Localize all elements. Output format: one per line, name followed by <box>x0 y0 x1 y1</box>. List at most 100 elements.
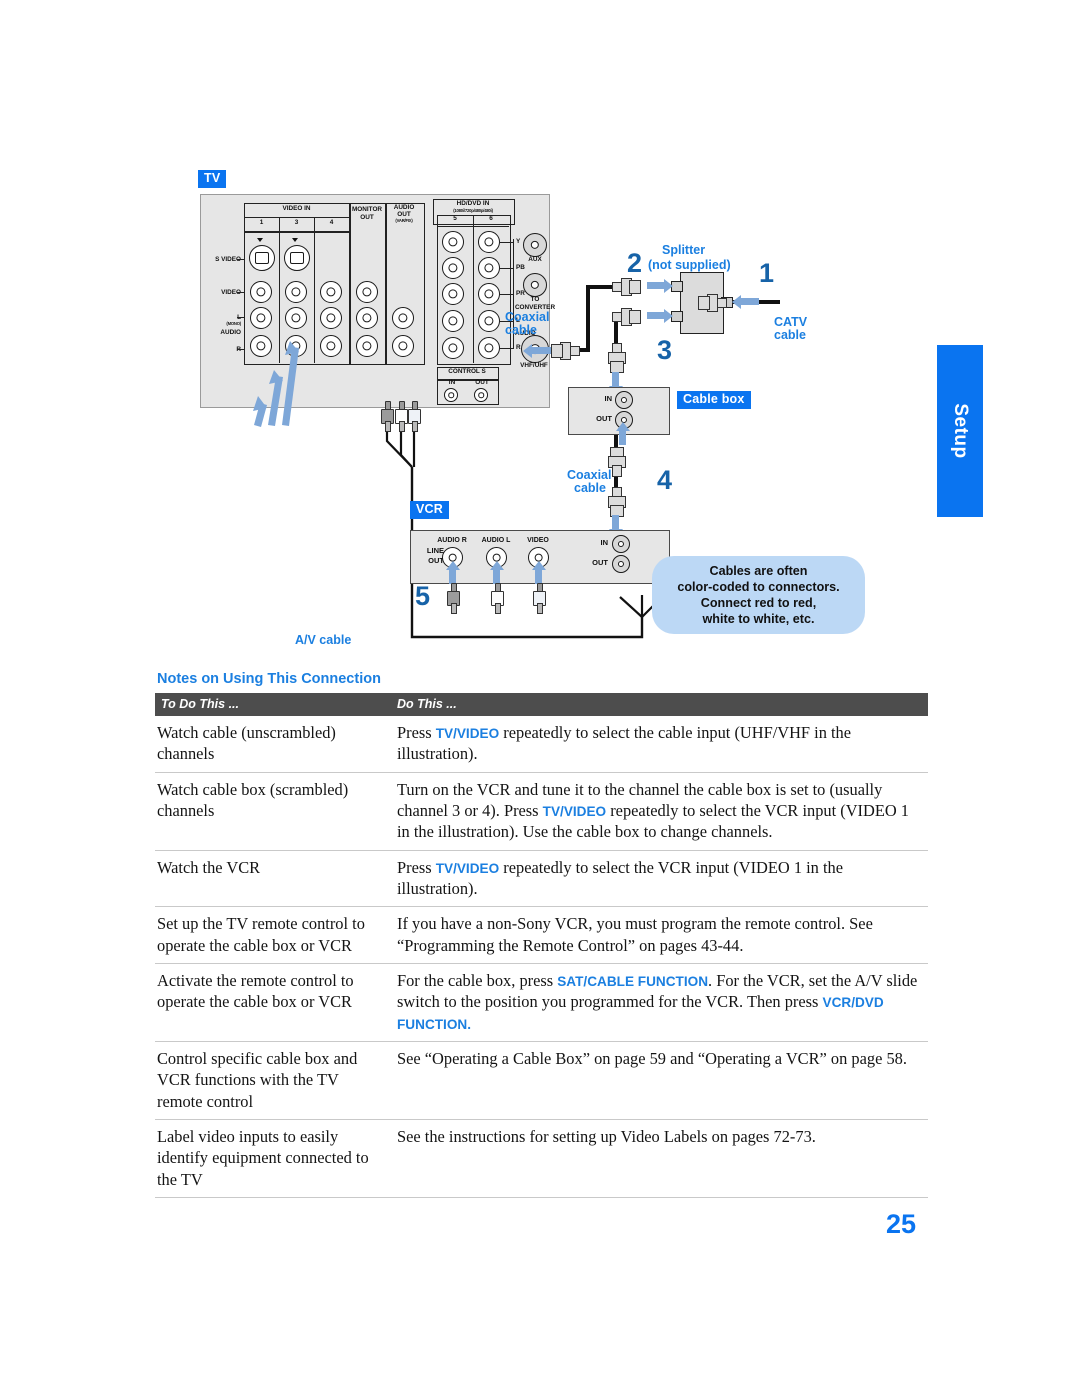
s-video-jack-1 <box>249 245 275 271</box>
coax-connector-tv <box>551 342 580 360</box>
audio-l-jack-1 <box>250 307 272 329</box>
table-row: Activate the remote control to operate t… <box>155 963 928 1042</box>
cell-do: Turn on the VCR and tune it to the chann… <box>387 772 928 851</box>
body-text: See “Operating a Cable Box” on page 59 a… <box>397 1048 907 1068</box>
arrow-catv-in <box>741 298 759 305</box>
column-header-todo: To Do This ... <box>155 693 387 716</box>
splitter-note: (not supplied) <box>648 258 731 272</box>
tv-back-panel: VIDEO IN 1 3 4 MONITOR OUT AUDIO OUT (VA… <box>199 194 555 408</box>
arrow-splitter-bottom <box>647 312 664 319</box>
cable-box-out-label: OUT <box>596 414 612 423</box>
hd-dvd-num-6: 6 <box>489 215 493 222</box>
audio-out-l-jack <box>392 307 414 329</box>
table-row: Watch cable (unscrambled) channels Press … <box>155 716 928 773</box>
av-cable-label: A/V cable <box>295 633 352 647</box>
step-number-2: 2 <box>627 248 643 278</box>
page-number: 25 <box>886 1209 917 1239</box>
monitor-out-video-jack <box>356 281 378 303</box>
hd-dvd-in-title: HD/DVD IN <box>456 200 490 207</box>
cell-do: If you have a non-Sony VCR, you must pro… <box>387 906 928 964</box>
video-in-num-3: 3 <box>294 219 299 226</box>
coax-cable-tv-label-1: Coaxial <box>505 310 550 324</box>
vcr-audio-r-label: AUDIO R <box>437 537 467 544</box>
label-s-video: S VIDEO <box>215 256 241 263</box>
cell-todo: Set up the TV remote control to operate … <box>155 906 387 964</box>
hd-pb-jack-6 <box>478 257 500 279</box>
marker-triangle-2 <box>292 238 298 242</box>
body-text: For the cable box, press <box>397 970 558 990</box>
callout-line-1: Cables are often <box>709 563 808 578</box>
setup-side-tab-label: Setup <box>950 403 971 459</box>
notes-heading: Notes on Using This Connection <box>157 671 381 687</box>
coax-connector-splitter-top <box>612 278 641 296</box>
hd-y-jack-6 <box>478 231 500 253</box>
aux-jack <box>523 233 547 257</box>
cell-do: See the instructions for setting up Vide… <box>387 1119 928 1198</box>
notes-table: To Do This ... Do This ... Watch cable (… <box>155 693 928 1198</box>
vcr-line-out-label-1: LINE <box>426 546 444 555</box>
cell-todo: Control specific cable box and VCR funct… <box>155 1041 387 1120</box>
audio-out-r-jack <box>392 335 414 357</box>
video-in-title: VIDEO IN <box>282 205 311 212</box>
vhf-uhf-label: VHF/UHF <box>520 362 548 369</box>
rca-plug-red-vcr <box>447 583 460 614</box>
control-s-in-jack <box>444 388 458 402</box>
audio-out-sublabel: (VAR/FIX) <box>395 218 413 223</box>
rca-plug-white-1 <box>395 401 408 432</box>
cell-todo: Watch cable box (scrambled) channels <box>155 772 387 851</box>
hd-pb-jack-5 <box>442 257 464 279</box>
cell-todo: Label video inputs to easily identify eq… <box>155 1119 387 1198</box>
body-text: Press <box>397 857 436 877</box>
coax-connector-catv <box>698 294 727 312</box>
hd-audio-l-jack-6 <box>478 310 500 332</box>
step-number-1: 1 <box>759 258 775 288</box>
tv-badge: TV <box>198 170 227 189</box>
to-converter-label-1: TO <box>530 296 540 303</box>
audio-r-jack-4 <box>320 335 342 357</box>
rca-plug-yellow <box>408 401 421 432</box>
callout-line-3: Connect red to red, <box>700 596 817 610</box>
body-text: See the instructions for setting up Vide… <box>397 1126 816 1146</box>
rca-plug-red <box>381 401 394 432</box>
vcr-in-label: IN <box>600 538 609 547</box>
video-in-num-4: 4 <box>329 219 334 226</box>
vcr-in-jack <box>612 535 630 553</box>
control-s-title: CONTROL S <box>448 368 486 375</box>
rca-plug-white-vcr <box>491 583 504 614</box>
monitor-out-audio-r-jack <box>356 335 378 357</box>
catv-cable-label-2: cable <box>774 328 806 342</box>
monitor-out-label-1: MONITOR <box>351 206 383 213</box>
coax-cable-vcr-label-1: Coaxial <box>567 468 612 482</box>
audio-l-jack-3 <box>285 307 307 329</box>
arrow-cablebox-in <box>612 372 619 386</box>
keyword-reference: TV/VIDEO <box>435 726 500 741</box>
table-row: Watch the VCR Press TV/VIDEO repeatedly t… <box>155 850 928 908</box>
coax-connector-vcr-in <box>608 487 626 517</box>
coax-connector-splitter-bottom <box>612 308 641 326</box>
body-text: Press <box>397 723 436 742</box>
cell-do: Press TV/VIDEO repeatedly to select the … <box>387 850 928 908</box>
cable-box-badge: Cable box <box>677 391 751 410</box>
cell-todo: Watch the VCR <box>155 850 387 908</box>
label-audio-r: R <box>199 346 241 354</box>
label-audio: AUDIO <box>220 329 241 336</box>
arrow-vcr-audio-l <box>493 570 500 584</box>
to-converter-jack <box>523 273 547 297</box>
cell-do: Press TV/VIDEO repeatedly to select the … <box>387 716 928 773</box>
audio-r-jack-3 <box>285 335 307 357</box>
cell-todo: Watch cable (unscrambled) channels <box>155 716 387 773</box>
vcr-out-jack <box>612 555 630 573</box>
label-video: VIDEO <box>221 289 241 296</box>
catv-cable-label-1: CATV <box>774 315 808 329</box>
control-s-in-label: IN <box>448 379 456 386</box>
video-jack-1 <box>250 281 272 303</box>
hd-dvd-num-5: 5 <box>453 215 457 222</box>
cable-box-in-jack <box>615 391 633 409</box>
callout-line-2: color-coded to connectors. <box>677 579 840 594</box>
callout-line-4: white to white, etc. <box>702 612 815 627</box>
marker-triangle-1 <box>257 238 263 242</box>
step-number-4: 4 <box>657 465 673 495</box>
keyword-reference: SAT/CABLE FUNCTION <box>557 973 709 989</box>
arrow-vcr-audio-r <box>449 570 456 584</box>
hd-audio-r-jack-6 <box>478 337 500 359</box>
